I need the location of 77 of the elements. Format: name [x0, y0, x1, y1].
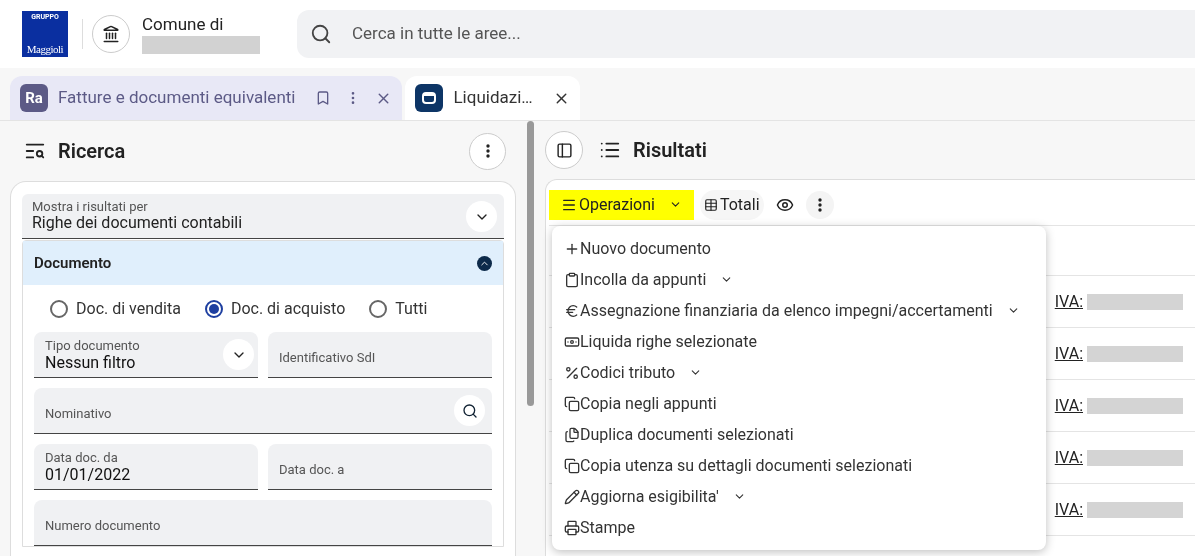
logo-text: Maggioli — [26, 43, 64, 55]
scrollbar-thumb[interactable] — [527, 121, 534, 406]
vat-link[interactable]: IVA: — [1054, 497, 1183, 522]
input-field[interactable]: Numero documento — [34, 500, 492, 546]
clipboard-icon — [564, 271, 580, 288]
input-field[interactable]: Identificativo SdI — [268, 332, 492, 378]
tab-label: Liquidazi… — [453, 86, 533, 110]
printer-icon — [564, 519, 580, 536]
radio-button[interactable] — [204, 299, 223, 318]
sidebar-toggle-button[interactable] — [545, 131, 583, 169]
window-icon — [415, 84, 444, 112]
tab[interactable]: Liquidazi… — [405, 76, 580, 120]
menu-item[interactable]: Codici tributo — [552, 357, 1046, 388]
landmark-icon — [102, 25, 120, 43]
field-value: Nessun filtro — [45, 352, 136, 372]
radio-label: Doc. di acquisto — [230, 297, 346, 320]
totals-button[interactable]: Totali — [699, 189, 764, 220]
radio-button[interactable] — [50, 299, 68, 318]
panel-title: Ricerca — [58, 138, 126, 165]
tab[interactable]: Ra Fatture e documenti equivalenti — [10, 76, 403, 120]
more-icon — [817, 197, 822, 212]
search-icon — [461, 402, 478, 419]
copy-icon — [564, 457, 580, 474]
menu-item[interactable]: Incolla da appunti — [552, 264, 1046, 295]
radio-label: Doc. di vendita — [76, 297, 181, 320]
tab-label: Fatture e documenti equivalenti — [58, 86, 296, 110]
field-placeholder: Identificativo SdI — [279, 348, 376, 367]
field-placeholder: Data doc. a — [279, 460, 345, 479]
vat-link[interactable]: IVA: — [1054, 393, 1183, 418]
collapse-icon — [477, 255, 492, 271]
field-label: Data doc. da — [45, 449, 118, 465]
app-logo: Ra — [20, 84, 48, 112]
vat-link[interactable]: IVA: — [1054, 289, 1183, 314]
more-button[interactable] — [805, 190, 834, 219]
input-field[interactable]: Data doc. da 01/01/2022 — [34, 444, 258, 490]
radio-button[interactable] — [369, 299, 388, 318]
dropdown-button[interactable] — [223, 339, 254, 370]
pencil-icon — [564, 488, 580, 505]
menu-item[interactable]: Copia negli appunti — [552, 388, 1046, 419]
menu-item[interactable]: Assegnazione finanziaria da elenco impegni/accertamenti — [552, 295, 1046, 326]
input-field[interactable]: Nominativo — [34, 388, 492, 434]
operations-button[interactable]: Operazioni — [549, 189, 694, 220]
table-icon — [703, 197, 718, 212]
select-field[interactable]: Mostra i risultati per Righe dei documenti contabili — [22, 194, 504, 239]
panel-title: Risultati — [633, 137, 707, 164]
section-title: Documento — [34, 252, 112, 274]
more-button[interactable] — [469, 132, 506, 170]
input-field[interactable]: Data doc. a — [268, 444, 492, 490]
menu-item[interactable]: Liquida righe selezionate — [552, 326, 1046, 357]
menu-item[interactable]: Copia utenza su dettagli documenti selezionati — [552, 450, 1046, 481]
euro-icon — [564, 302, 580, 319]
search-placeholder: Cerca in tutte le aree... — [352, 22, 521, 46]
field-label: Tipo documento — [45, 337, 140, 353]
section-header[interactable]: Documento — [23, 241, 503, 285]
field-value: 01/01/2022 — [45, 464, 131, 484]
vat-link[interactable]: IVA: — [1054, 341, 1183, 366]
percent-icon — [564, 364, 580, 381]
search-button[interactable] — [454, 395, 485, 426]
search-field[interactable]: Cerca in tutte le aree... — [297, 10, 1195, 58]
menu-item[interactable]: Nuovo documento — [552, 233, 1046, 264]
field-placeholder: Numero documento — [45, 516, 161, 535]
menu-item[interactable]: Duplica documenti selezionati — [552, 419, 1046, 450]
menu-item[interactable]: Stampe — [552, 512, 1046, 543]
sidebar-icon — [555, 141, 573, 159]
dropdown-button[interactable] — [466, 201, 497, 232]
copy-icon — [564, 395, 580, 412]
field-value: Righe dei documenti contabili — [32, 214, 243, 232]
radio-label: Tutti — [395, 297, 428, 320]
field-placeholder: Nominativo — [45, 404, 112, 423]
menu-item[interactable]: Aggiorna esigibilita' — [552, 481, 1046, 512]
more-icon — [485, 144, 490, 158]
vat-link[interactable]: IVA: — [1054, 445, 1183, 470]
search-icon — [310, 23, 332, 45]
field-label: Mostra i risultati per — [32, 200, 148, 214]
files-icon — [564, 426, 580, 443]
select-field[interactable]: Tipo documento Nessun filtro — [34, 332, 258, 378]
org-label: Comune di — [142, 14, 225, 34]
